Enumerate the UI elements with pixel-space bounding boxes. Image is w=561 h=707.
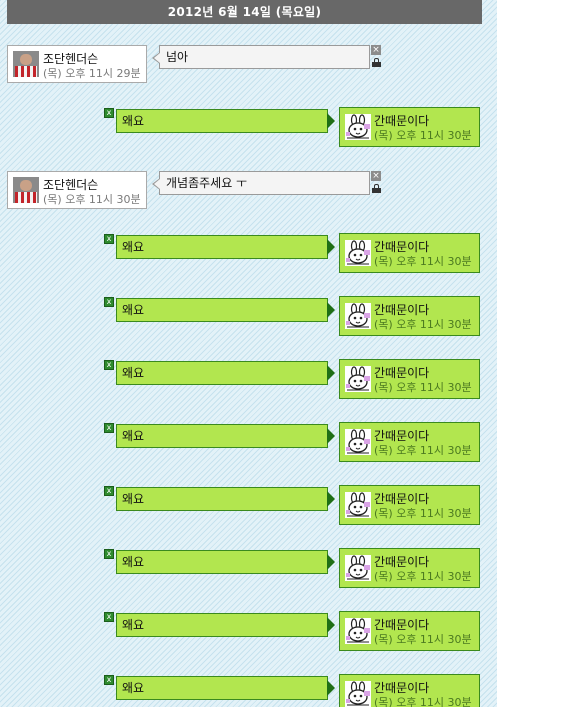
lock-icon[interactable] <box>372 184 381 193</box>
bubble-tail <box>327 113 335 129</box>
message-time: (목) 오후 11시 30분 <box>43 193 141 206</box>
received-message-bubble: 개념좀주세요 ㅜ <box>152 171 370 195</box>
bubble-tail <box>152 52 160 64</box>
bubble-tail <box>327 491 335 507</box>
message-time: (목) 오후 11시 29분 <box>43 67 141 80</box>
footballer-avatar[interactable] <box>13 51 39 77</box>
message-text: 왜요 <box>122 681 145 695</box>
bubble-tail <box>327 680 335 696</box>
sent-message-bubble: 왜요 <box>116 550 335 574</box>
delete-message-button[interactable]: × <box>371 45 381 55</box>
bubble-tail <box>327 554 335 570</box>
bunny-avatar-icon[interactable] <box>345 618 371 644</box>
bunny-avatar-icon[interactable] <box>345 681 371 707</box>
delete-message-button[interactable]: x <box>104 297 114 307</box>
bunny-avatar-icon[interactable] <box>345 114 371 140</box>
bubble-tail <box>327 302 335 318</box>
sent-message-bubble: 왜요 <box>116 424 335 448</box>
bunny-avatar-icon[interactable] <box>345 429 371 455</box>
my-profile[interactable]: 간때문이다 (목) 오후 11시 30분 <box>339 422 480 462</box>
delete-message-button[interactable]: x <box>104 612 114 622</box>
bunny-avatar-icon[interactable] <box>345 555 371 581</box>
message-text: 왜요 <box>122 429 145 443</box>
bunny-avatar-icon[interactable] <box>345 303 371 329</box>
my-profile[interactable]: 간때문이다 (목) 오후 11시 30분 <box>339 107 480 147</box>
delete-message-button[interactable]: x <box>104 423 114 433</box>
bubble-tail <box>327 365 335 381</box>
message-text: 왜요 <box>122 492 145 506</box>
chat-log[interactable]: 2012년 6월 14일 (목요일) 조단헨더슨 (목) 오후 11시 29분 넘아… <box>0 0 497 707</box>
message-time: (목) 오후 11시 30분 <box>374 696 472 707</box>
bubble-tail <box>152 178 160 190</box>
sent-message-bubble: 왜요 <box>116 298 335 322</box>
lock-icon[interactable] <box>372 58 381 67</box>
message-time: (목) 오후 11시 30분 <box>374 318 472 331</box>
delete-message-button[interactable]: x <box>104 108 114 118</box>
sender-profile[interactable]: 조단헨더슨 (목) 오후 11시 30분 <box>7 171 147 209</box>
my-profile[interactable]: 간때문이다 (목) 오후 11시 30분 <box>339 548 480 588</box>
message-text: 왜요 <box>122 114 145 128</box>
date-header: 2012년 6월 14일 (목요일) <box>7 0 482 24</box>
delete-message-button[interactable]: x <box>104 486 114 496</box>
message-time: (목) 오후 11시 30분 <box>374 507 472 520</box>
message-time: (목) 오후 11시 30분 <box>374 381 472 394</box>
delete-message-button[interactable]: x <box>104 360 114 370</box>
my-profile[interactable]: 간때문이다 (목) 오후 11시 30분 <box>339 296 480 336</box>
bunny-avatar-icon[interactable] <box>345 240 371 266</box>
message-time: (목) 오후 11시 30분 <box>374 255 472 268</box>
sent-message-bubble: 왜요 <box>116 235 335 259</box>
bubble-tail <box>327 239 335 255</box>
received-message-bubble: 넘아 <box>152 45 370 69</box>
message-time: (목) 오후 11시 30분 <box>374 570 472 583</box>
bubble-tail <box>327 428 335 444</box>
message-text: 왜요 <box>122 240 145 254</box>
message-time: (목) 오후 11시 30분 <box>374 129 472 142</box>
message-text: 왜요 <box>122 618 145 632</box>
message-text: 왜요 <box>122 555 145 569</box>
my-profile[interactable]: 간때문이다 (목) 오후 11시 30분 <box>339 485 480 525</box>
delete-message-button[interactable]: x <box>104 675 114 685</box>
message-time: (목) 오후 11시 30분 <box>374 444 472 457</box>
sent-message-bubble: 왜요 <box>116 487 335 511</box>
sent-message-bubble: 왜요 <box>116 676 335 700</box>
message-text: 개념좀주세요 ㅜ <box>166 176 248 190</box>
sent-message-bubble: 왜요 <box>116 613 335 637</box>
bunny-avatar-icon[interactable] <box>345 492 371 518</box>
my-profile[interactable]: 간때문이다 (목) 오후 11시 30분 <box>339 611 480 651</box>
my-profile[interactable]: 간때문이다 (목) 오후 11시 30분 <box>339 233 480 273</box>
my-profile[interactable]: 간때문이다 (목) 오후 11시 30분 <box>339 359 480 399</box>
message-text: 넘아 <box>166 50 189 64</box>
message-text: 왜요 <box>122 303 145 317</box>
sent-message-bubble: 왜요 <box>116 109 335 133</box>
message-text: 왜요 <box>122 366 145 380</box>
delete-message-button[interactable]: × <box>371 171 381 181</box>
blank-margin <box>497 0 561 707</box>
my-profile[interactable]: 간때문이다 (목) 오후 11시 30분 <box>339 674 480 707</box>
sender-profile[interactable]: 조단헨더슨 (목) 오후 11시 29분 <box>7 45 147 83</box>
sent-message-bubble: 왜요 <box>116 361 335 385</box>
bubble-tail <box>327 617 335 633</box>
footballer-avatar[interactable] <box>13 177 39 203</box>
message-time: (목) 오후 11시 30분 <box>374 633 472 646</box>
delete-message-button[interactable]: x <box>104 549 114 559</box>
bunny-avatar-icon[interactable] <box>345 366 371 392</box>
delete-message-button[interactable]: x <box>104 234 114 244</box>
